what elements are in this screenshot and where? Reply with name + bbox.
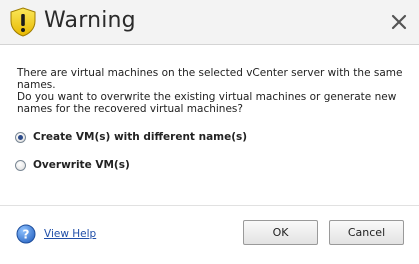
title-bar: Warning bbox=[0, 0, 419, 45]
cancel-button[interactable]: Cancel bbox=[329, 220, 404, 245]
option-create-different-names[interactable]: Create VM(s) with different name(s) bbox=[15, 129, 247, 145]
option-overwrite-label: Overwrite VM(s) bbox=[33, 159, 130, 171]
message-line-2: Do you want to overwrite the existing vi… bbox=[17, 91, 397, 115]
ok-button[interactable]: OK bbox=[243, 220, 318, 245]
warning-icon bbox=[9, 7, 37, 37]
message-line-1: There are virtual machines on the select… bbox=[17, 67, 403, 91]
option-overwrite[interactable]: Overwrite VM(s) bbox=[15, 157, 130, 173]
help-icon[interactable]: ? bbox=[16, 224, 36, 244]
radio-create-different-names[interactable] bbox=[15, 131, 26, 143]
close-icon[interactable] bbox=[389, 12, 409, 32]
radio-overwrite[interactable] bbox=[15, 159, 26, 171]
svg-text:?: ? bbox=[23, 228, 30, 242]
view-help-link[interactable]: View Help bbox=[44, 228, 96, 240]
dialog-footer: ? View Help OK Cancel bbox=[0, 205, 419, 264]
dialog-title: Warning bbox=[44, 8, 136, 33]
warning-dialog: Warning There are virtual machines on th… bbox=[0, 0, 419, 264]
option-create-label: Create VM(s) with different name(s) bbox=[33, 131, 248, 143]
